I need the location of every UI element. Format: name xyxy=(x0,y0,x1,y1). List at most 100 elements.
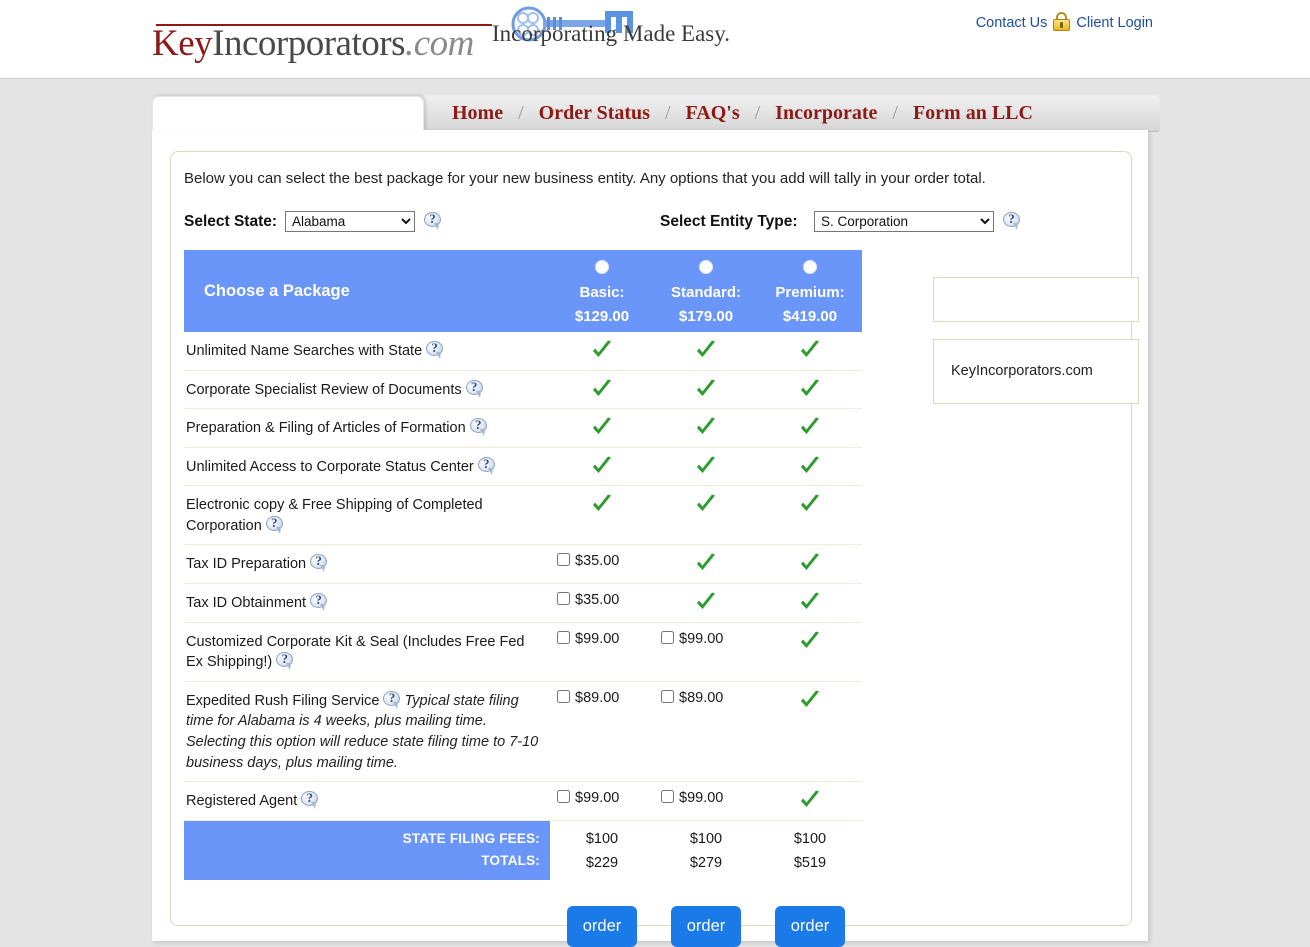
package-column-basic[interactable]: Basic: $129.00 xyxy=(550,250,654,332)
included-check-icon xyxy=(799,790,821,810)
feature-option-cell[interactable]: $99.00 xyxy=(550,623,654,681)
option-checkbox[interactable] xyxy=(557,630,570,644)
option-checkbox[interactable] xyxy=(557,592,570,606)
nav-item-faqs[interactable]: FAQ's xyxy=(686,102,740,125)
nav-separator: / xyxy=(892,102,898,124)
help-icon[interactable]: ? xyxy=(301,790,319,810)
feature-row: Tax ID Preparation ? $35.00 xyxy=(184,545,862,585)
package-name-premium: Premium: xyxy=(775,284,845,301)
feature-label: Registered Agent xyxy=(186,793,298,810)
help-icon-state[interactable]: ? xyxy=(424,211,441,230)
sidebar-box-empty xyxy=(933,277,1139,322)
help-icon-entity[interactable]: ? xyxy=(1003,211,1020,230)
help-icon[interactable]: ? xyxy=(265,515,283,534)
help-icon[interactable]: ? xyxy=(276,651,294,671)
feature-included-cell xyxy=(550,332,654,370)
included-check-icon xyxy=(799,631,821,651)
feature-label: Customized Corporate Kit & Seal (Include… xyxy=(186,633,525,671)
client-login-link[interactable]: Client Login xyxy=(1076,15,1153,31)
entity-type-select[interactable]: S. Corporation xyxy=(814,211,994,232)
package-name-basic: Basic: xyxy=(579,284,625,301)
option-checkbox[interactable] xyxy=(661,630,674,644)
state-select[interactable]: Alabama xyxy=(285,211,415,232)
feature-name-cell: Registered Agent ? xyxy=(184,782,550,820)
included-check-icon xyxy=(799,592,821,612)
help-icon[interactable]: ? xyxy=(426,340,444,359)
nav-item-form-an-llc[interactable]: Form an LLC xyxy=(913,102,1033,125)
feature-included-cell xyxy=(550,409,654,447)
feature-option-cell[interactable]: $89.00 xyxy=(550,682,654,781)
tagline: Incorporating Made Easy. xyxy=(492,21,731,46)
feature-included-cell xyxy=(758,584,862,622)
included-check-icon xyxy=(591,340,613,360)
feature-name-cell: Expedited Rush Filing Service ? Typical … xyxy=(184,682,550,781)
feature-row: Tax ID Obtainment ? $35.00 xyxy=(184,584,862,623)
help-icon[interactable]: ? xyxy=(310,553,328,573)
option-checkbox[interactable] xyxy=(557,689,570,703)
radio-premium[interactable] xyxy=(803,260,817,274)
logo-wordmark: KeyIncorporators.com xyxy=(152,22,474,65)
feature-included-cell xyxy=(654,409,758,447)
feature-included-cell xyxy=(758,486,862,544)
help-icon[interactable]: ? xyxy=(383,690,401,709)
included-check-icon xyxy=(695,494,717,514)
option-checkbox[interactable] xyxy=(661,790,674,804)
feature-option-cell[interactable]: $89.00 xyxy=(654,682,758,781)
feature-label: Preparation & Filing of Articles of Form… xyxy=(186,420,466,437)
feature-included-cell xyxy=(758,782,862,820)
help-icon[interactable]: ? xyxy=(310,592,328,612)
feature-option-cell[interactable]: $99.00 xyxy=(654,782,758,820)
option-checkbox[interactable] xyxy=(661,689,674,703)
feature-row: Registered Agent ? $99.00 $99.00 xyxy=(184,782,862,821)
header-links: Contact Us Client Login xyxy=(976,12,1153,31)
total-premium: $519 xyxy=(793,854,827,871)
state-fee-standard: $100 xyxy=(689,830,723,847)
feature-row: Preparation & Filing of Articles of Form… xyxy=(184,409,862,448)
feature-included-cell xyxy=(654,448,758,486)
choose-a-package-title: Choose a Package xyxy=(204,281,350,300)
totals-column-standard: $100 $279 xyxy=(654,821,758,881)
option-price: $99.00 xyxy=(575,630,620,647)
total-basic: $229 xyxy=(585,854,619,871)
radio-basic[interactable] xyxy=(595,260,609,274)
table-header-row: Choose a Package Basic: $129.00 Standard… xyxy=(184,250,862,332)
option-price: $99.00 xyxy=(575,790,620,807)
help-icon[interactable]: ? xyxy=(477,456,495,475)
nav-item-incorporate[interactable]: Incorporate xyxy=(775,102,877,125)
feature-included-cell xyxy=(758,371,862,409)
contact-us-link[interactable]: Contact Us xyxy=(976,15,1048,31)
active-page-tab[interactable] xyxy=(152,96,424,132)
nav-item-order-status[interactable]: Order Status xyxy=(539,102,650,125)
included-check-icon xyxy=(799,417,821,437)
totals-labels: STATE FILING FEES: TOTALS: xyxy=(184,820,550,881)
radio-standard[interactable] xyxy=(699,260,713,274)
package-name-standard: Standard: xyxy=(670,284,741,301)
feature-option-cell[interactable]: $99.00 xyxy=(550,782,654,820)
package-price-standard: $179.00 xyxy=(678,308,734,325)
feature-option-cell[interactable]: $99.00 xyxy=(654,623,758,681)
feature-included-cell xyxy=(758,332,862,370)
feature-included-cell xyxy=(654,545,758,583)
state-fee-premium: $100 xyxy=(793,830,827,847)
site-header: KeyIncorporators.com Incorporating Made … xyxy=(0,0,1310,79)
option-checkbox[interactable] xyxy=(557,790,570,804)
package-column-standard[interactable]: Standard: $179.00 xyxy=(654,250,758,332)
included-check-icon xyxy=(591,494,613,514)
total-standard: $279 xyxy=(689,854,723,871)
included-check-icon xyxy=(799,340,821,360)
nav-item-home[interactable]: Home xyxy=(452,102,503,125)
feature-row: Unlimited Name Searches with State ? xyxy=(184,332,862,371)
included-check-icon xyxy=(695,456,717,476)
package-column-premium[interactable]: Premium: $419.00 xyxy=(758,250,862,332)
feature-option-cell[interactable]: $35.00 xyxy=(550,545,654,583)
included-check-icon xyxy=(695,592,717,612)
lock-icon xyxy=(1052,12,1071,31)
help-icon[interactable]: ? xyxy=(469,417,487,437)
feature-included-cell xyxy=(654,371,758,409)
included-check-icon xyxy=(591,456,613,476)
feature-included-cell xyxy=(758,623,862,681)
feature-rows: Unlimited Name Searches with State ? Corp… xyxy=(184,332,862,821)
feature-option-cell[interactable]: $35.00 xyxy=(550,584,654,622)
help-icon[interactable]: ? xyxy=(465,379,483,398)
option-checkbox[interactable] xyxy=(557,553,570,567)
